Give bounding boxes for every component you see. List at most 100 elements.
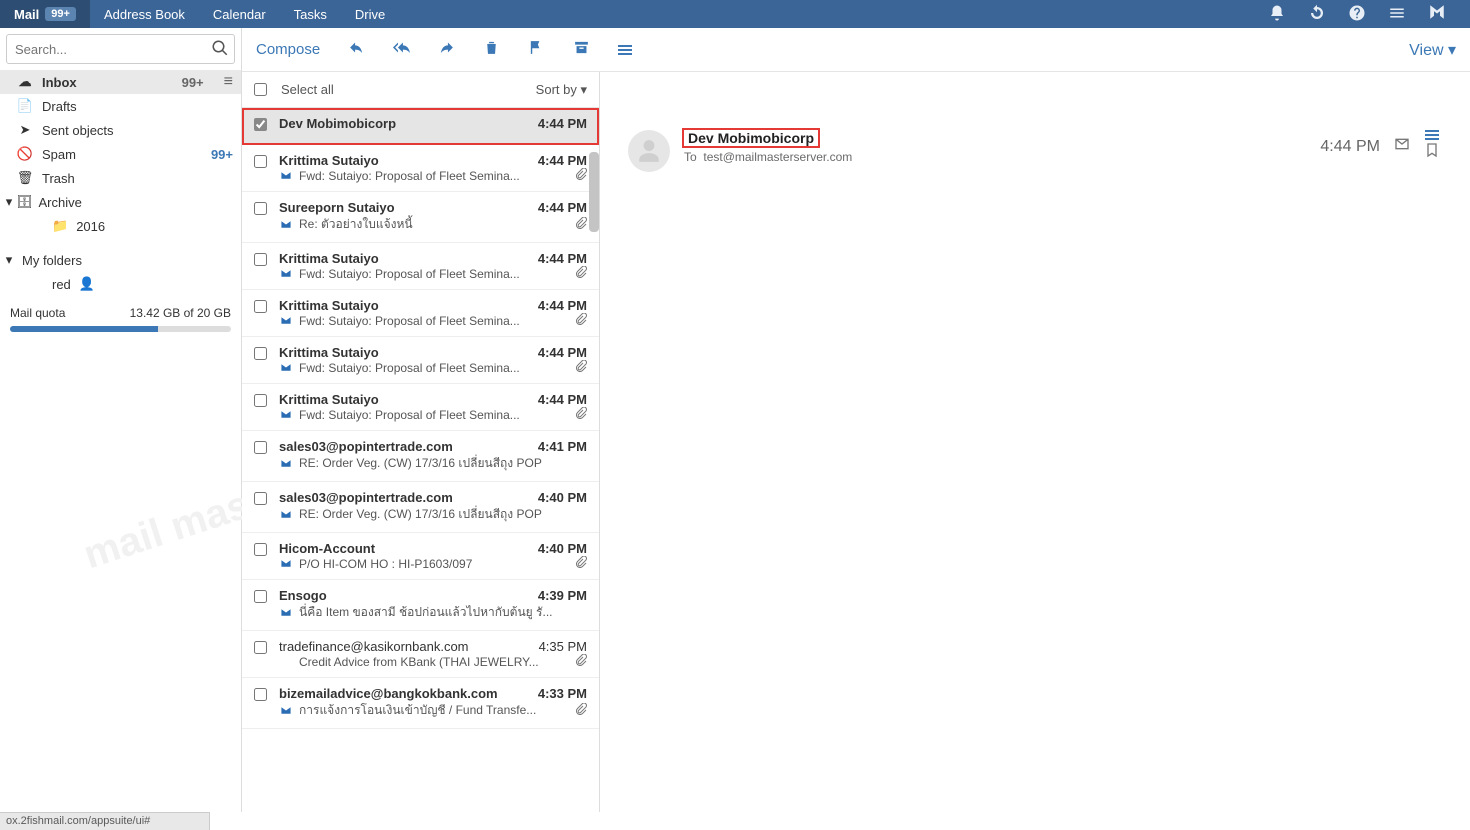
folder-sent[interactable]: ➤ Sent objects bbox=[0, 118, 241, 142]
message-item[interactable]: sales03@popintertrade.com4:41 PMRE: Orde… bbox=[242, 431, 599, 482]
message-subject: Fwd: Sutaiyo: Proposal of Fleet Semina..… bbox=[299, 314, 569, 328]
bookmark-icon[interactable] bbox=[1424, 142, 1440, 163]
more-icon[interactable] bbox=[618, 45, 632, 55]
envelope-icon bbox=[279, 705, 293, 716]
folder-spam-count: 99+ bbox=[211, 147, 233, 162]
help-icon[interactable] bbox=[1348, 4, 1366, 25]
message-checkbox[interactable] bbox=[254, 688, 267, 701]
envelope-icon bbox=[279, 558, 293, 569]
unread-icon[interactable] bbox=[1394, 136, 1410, 157]
message-time: 4:40 PM bbox=[530, 490, 587, 505]
sort-menu[interactable]: Sort by ▾ bbox=[536, 82, 587, 98]
attachment-icon bbox=[575, 703, 587, 718]
message-subject: Fwd: Sutaiyo: Proposal of Fleet Semina..… bbox=[299, 361, 569, 375]
preview-header: Dev Mobimobicorp To test@mailmasterserve… bbox=[618, 120, 1450, 182]
quota-label: Mail quota bbox=[10, 306, 65, 320]
search-input[interactable] bbox=[6, 34, 235, 64]
folder-sent-label: Sent objects bbox=[36, 123, 233, 138]
preview-to-address[interactable]: test@mailmasterserver.com bbox=[703, 150, 852, 164]
bell-icon[interactable] bbox=[1268, 4, 1286, 25]
envelope-icon bbox=[279, 170, 293, 181]
envelope-icon bbox=[279, 268, 293, 279]
file-icon: 📄 bbox=[14, 98, 36, 114]
reply-icon[interactable] bbox=[348, 39, 365, 61]
compose-button[interactable]: Compose bbox=[256, 41, 320, 58]
message-item[interactable]: Krittima Sutaiyo4:44 PMFwd: Sutaiyo: Pro… bbox=[242, 243, 599, 290]
folder-archive[interactable]: ▾ 🗄 Archive bbox=[0, 190, 241, 214]
tab-tasks[interactable]: Tasks bbox=[280, 0, 341, 28]
message-item[interactable]: Dev Mobimobicorp4:44 PM bbox=[242, 108, 599, 145]
folder-myfolders[interactable]: ▾ My folders bbox=[0, 248, 241, 272]
message-item[interactable]: bizemailadvice@bangkokbank.com4:33 PMการ… bbox=[242, 678, 599, 729]
tab-addressbook[interactable]: Address Book bbox=[90, 0, 199, 28]
message-item[interactable]: Krittima Sutaiyo4:44 PMFwd: Sutaiyo: Pro… bbox=[242, 384, 599, 431]
message-checkbox[interactable] bbox=[254, 253, 267, 266]
attachment-icon bbox=[575, 168, 587, 183]
message-checkbox[interactable] bbox=[254, 394, 267, 407]
envelope-icon bbox=[279, 607, 293, 618]
tab-calendar[interactable]: Calendar bbox=[199, 0, 280, 28]
folder-archive-sub-label: 2016 bbox=[68, 219, 105, 234]
message-item[interactable]: Krittima Sutaiyo 4:44 PMFwd: Sutaiyo: Pro… bbox=[242, 145, 599, 192]
select-all-checkbox[interactable] bbox=[254, 83, 267, 96]
message-item[interactable]: Ensogo4:39 PMนี่คือ Item ของสามี ช้อปก่อ… bbox=[242, 580, 599, 631]
message-checkbox[interactable] bbox=[254, 590, 267, 603]
message-subject: RE: Order Veg. (CW) 17/3/16 เปลี่ยนสีถุง… bbox=[299, 454, 587, 473]
folder-trash[interactable]: 🗑 Trash bbox=[0, 166, 241, 190]
message-item[interactable]: sales03@popintertrade.com4:40 PMRE: Orde… bbox=[242, 482, 599, 533]
message-checkbox[interactable] bbox=[254, 202, 267, 215]
message-checkbox[interactable] bbox=[254, 347, 267, 360]
chevron-down-icon[interactable]: ▾ bbox=[2, 194, 16, 210]
message-item[interactable]: Hicom-Account4:40 PMP/O HI-COM HO : HI-P… bbox=[242, 533, 599, 580]
folder-archive-2016[interactable]: 📁 2016 bbox=[0, 214, 241, 238]
menu-icon[interactable] bbox=[1388, 4, 1406, 25]
chevron-down-icon[interactable]: ▾ bbox=[2, 252, 16, 268]
message-time: 4:44 PM bbox=[530, 298, 587, 313]
folder-spam[interactable]: 🚫 Spam 99+ bbox=[0, 142, 241, 166]
message-item[interactable]: Krittima Sutaiyo4:44 PMFwd: Sutaiyo: Pro… bbox=[242, 290, 599, 337]
scrollbar[interactable] bbox=[589, 152, 599, 232]
message-checkbox[interactable] bbox=[254, 155, 267, 168]
message-menu-icon[interactable] bbox=[1425, 130, 1439, 140]
view-menu[interactable]: View ▾ bbox=[1409, 40, 1456, 60]
top-nav: Mail 99+ Address Book Calendar Tasks Dri… bbox=[0, 0, 1470, 28]
message-checkbox[interactable] bbox=[254, 492, 267, 505]
message-from: Krittima Sutaiyo bbox=[279, 345, 379, 360]
archive-action-icon[interactable] bbox=[573, 39, 590, 61]
folder-drafts-label: Drafts bbox=[36, 99, 233, 114]
message-item[interactable]: Sureeporn Sutaiyo4:44 PMRe: ตัวอย่างใบแจ… bbox=[242, 192, 599, 243]
message-time: 4:44 PM bbox=[530, 153, 587, 168]
tab-mail[interactable]: Mail 99+ bbox=[0, 0, 90, 28]
tab-mail-label: Mail bbox=[14, 7, 39, 22]
sent-icon: ➤ bbox=[14, 122, 36, 138]
quota-bar bbox=[10, 326, 231, 332]
forward-icon[interactable] bbox=[438, 39, 455, 61]
message-time: 4:44 PM bbox=[530, 251, 587, 266]
message-list[interactable]: Dev Mobimobicorp4:44 PM Krittima Sutaiyo 4… bbox=[242, 108, 599, 812]
envelope-icon bbox=[279, 362, 293, 373]
tab-drive[interactable]: Drive bbox=[341, 0, 399, 28]
message-item[interactable]: Krittima Sutaiyo4:44 PMFwd: Sutaiyo: Pro… bbox=[242, 337, 599, 384]
message-checkbox[interactable] bbox=[254, 641, 267, 654]
folder-red[interactable]: red 👤 bbox=[0, 272, 241, 296]
preview-from[interactable]: Dev Mobimobicorp bbox=[684, 130, 818, 146]
message-item[interactable]: tradefinance@kasikornbank.com4:35 PMCred… bbox=[242, 631, 599, 678]
folder-inbox[interactable]: ☁ Inbox 99+ ≡ bbox=[0, 70, 241, 94]
mail-badge: 99+ bbox=[45, 7, 76, 21]
message-from: Krittima Sutaiyo bbox=[279, 153, 379, 168]
refresh-icon[interactable] bbox=[1308, 4, 1326, 25]
attachment-icon bbox=[575, 407, 587, 422]
search-icon[interactable] bbox=[211, 39, 229, 62]
message-subject: Fwd: Sutaiyo: Proposal of Fleet Semina..… bbox=[299, 169, 569, 183]
folder-options-icon[interactable]: ≡ bbox=[224, 73, 233, 91]
message-checkbox[interactable] bbox=[254, 543, 267, 556]
message-checkbox[interactable] bbox=[254, 441, 267, 454]
message-checkbox[interactable] bbox=[254, 118, 267, 131]
reply-all-icon[interactable] bbox=[393, 39, 410, 61]
message-checkbox[interactable] bbox=[254, 300, 267, 313]
select-all-label: Select all bbox=[281, 82, 334, 97]
folder-drafts[interactable]: 📄 Drafts bbox=[0, 94, 241, 118]
delete-icon[interactable] bbox=[483, 39, 500, 61]
attachment-icon bbox=[575, 556, 587, 571]
flag-icon[interactable] bbox=[528, 39, 545, 61]
